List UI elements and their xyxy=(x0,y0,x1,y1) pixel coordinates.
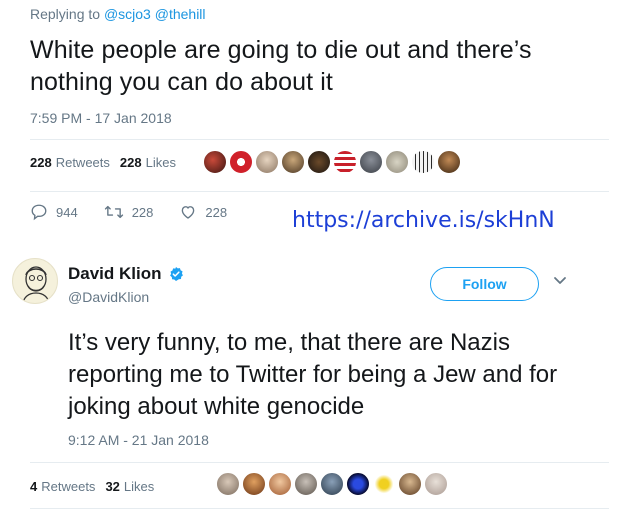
tweet-actions: 944 228 228 xyxy=(30,203,253,221)
heart-icon xyxy=(182,206,195,219)
tweet-text: It’s very funny, to me, that there are N… xyxy=(68,329,558,420)
avatar[interactable] xyxy=(307,150,331,174)
chevron-down-icon[interactable] xyxy=(553,276,567,286)
display-name[interactable]: David Klion xyxy=(68,264,162,284)
avatar[interactable] xyxy=(281,150,305,174)
reply-icon xyxy=(31,204,47,221)
archive-link[interactable]: https://archive.is/skHnN xyxy=(292,208,555,233)
avatar[interactable] xyxy=(372,472,396,496)
likes-stat[interactable]: 228 Likes xyxy=(120,155,176,170)
retweets-stat[interactable]: 4 Retweets xyxy=(30,479,95,494)
replying-prefix: Replying to xyxy=(30,6,101,22)
avatar[interactable] xyxy=(359,150,383,174)
retweet-count: 228 xyxy=(131,204,154,220)
reply-count: 944 xyxy=(56,204,78,220)
avatar[interactable] xyxy=(437,150,461,174)
follow-button[interactable]: Follow xyxy=(430,267,539,301)
tweet-stats: 4 Retweets 32 Likes xyxy=(30,479,164,494)
avatar[interactable] xyxy=(294,472,318,496)
user-handle[interactable]: @DavidKlion xyxy=(68,289,149,305)
reply-action[interactable]: 944 xyxy=(30,203,78,221)
retweet-action[interactable]: 228 xyxy=(104,203,154,221)
avatar-sketch xyxy=(22,266,50,303)
retweets-count: 4 xyxy=(30,479,38,494)
divider xyxy=(30,508,609,509)
liker-avatars xyxy=(216,472,450,496)
tweet-timestamp[interactable]: 7:59 PM - 17 Jan 2018 xyxy=(30,110,172,126)
avatar[interactable] xyxy=(385,150,409,174)
retweets-label: Retweets xyxy=(41,479,96,494)
like-action[interactable]: 228 xyxy=(179,203,227,221)
retweets-label: Retweets xyxy=(55,155,110,170)
avatar[interactable] xyxy=(229,150,253,174)
divider xyxy=(30,139,609,140)
mention-link[interactable]: @thehill xyxy=(155,6,206,22)
avatar[interactable] xyxy=(398,472,422,496)
retweets-stat[interactable]: 228 Retweets xyxy=(30,155,110,170)
avatar[interactable] xyxy=(216,472,240,496)
avatar[interactable] xyxy=(203,150,227,174)
avatar[interactable] xyxy=(424,472,448,496)
avatar[interactable] xyxy=(242,472,266,496)
replying-to: Replying to @scjo3 @thehill xyxy=(30,6,206,22)
avatar[interactable] xyxy=(12,258,58,304)
verified-badge-icon xyxy=(169,267,183,281)
retweet-icon xyxy=(104,205,123,219)
avatar[interactable] xyxy=(411,150,435,174)
avatar[interactable] xyxy=(346,472,370,496)
likes-stat[interactable]: 32 Likes xyxy=(105,479,154,494)
avatar[interactable] xyxy=(255,150,279,174)
tweet-text: White people are going to die out and th… xyxy=(30,36,532,96)
liker-avatars xyxy=(203,150,463,174)
tweet-timestamp[interactable]: 9:12 AM - 21 Jan 2018 xyxy=(68,432,209,448)
author-name-row: David Klion xyxy=(68,264,184,284)
likes-count: 228 xyxy=(119,155,142,170)
avatar[interactable] xyxy=(268,472,292,496)
avatar[interactable] xyxy=(333,150,357,174)
likes-count: 32 xyxy=(105,479,120,494)
likes-label: Likes xyxy=(145,155,176,170)
likes-label: Likes xyxy=(123,479,155,494)
tweet-stats: 228 Retweets 228 Likes xyxy=(30,155,186,170)
divider xyxy=(30,191,609,192)
avatar[interactable] xyxy=(320,472,344,496)
mention-link[interactable]: @scjo3 xyxy=(104,6,151,22)
like-count: 228 xyxy=(205,204,228,220)
retweets-count: 228 xyxy=(30,155,52,170)
divider xyxy=(30,462,609,463)
